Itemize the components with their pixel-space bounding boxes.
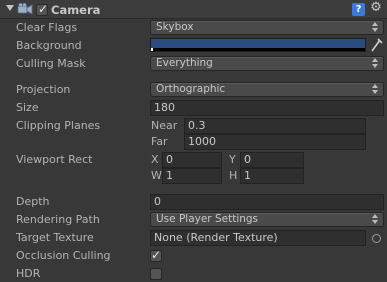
- size-label: Size: [16, 101, 39, 114]
- dropdown-arrows-icon: [372, 22, 379, 33]
- depth-label: Depth: [16, 195, 50, 208]
- background-label: Background: [16, 39, 82, 52]
- background-color-field[interactable]: [150, 38, 366, 52]
- foldout-triangle-icon[interactable]: [6, 5, 14, 11]
- occlusion-culling-checkbox[interactable]: ✓: [150, 248, 162, 262]
- dropdown-arrows-icon: [372, 58, 379, 69]
- viewport-y-input[interactable]: 0: [240, 152, 304, 168]
- rendering-path-value: Use Player Settings: [156, 213, 259, 225]
- checkmark-icon: ✓: [151, 248, 162, 262]
- alpha-fill: [151, 48, 153, 51]
- clear-flags-dropdown[interactable]: Skybox: [150, 20, 384, 35]
- viewport-h-input[interactable]: 1: [240, 168, 304, 184]
- hdr-label: HDR: [16, 267, 41, 280]
- viewport-y-label: Y: [229, 153, 236, 166]
- clipping-planes-label: Clipping Planes: [16, 119, 101, 132]
- target-texture-field[interactable]: None (Render Texture): [150, 230, 366, 246]
- near-label: Near: [151, 119, 178, 132]
- dropdown-arrows-icon: [372, 84, 379, 95]
- near-clip-input[interactable]: 0.3: [184, 118, 366, 134]
- size-input[interactable]: 180: [150, 100, 384, 116]
- depth-input[interactable]: 0: [150, 194, 384, 210]
- culling-mask-value: Everything: [156, 57, 213, 69]
- rendering-path-dropdown[interactable]: Use Player Settings: [150, 212, 384, 227]
- object-picker-icon[interactable]: [372, 234, 381, 243]
- culling-mask-label: Culling Mask: [16, 57, 86, 70]
- occlusion-culling-label: Occlusion Culling: [16, 249, 111, 262]
- viewport-w-label: W: [151, 169, 162, 182]
- projection-value: Orthographic: [156, 83, 226, 95]
- viewport-w-input[interactable]: 1: [162, 168, 222, 184]
- viewport-h-label: H: [229, 169, 238, 182]
- gear-icon[interactable]: ⚙: [369, 1, 383, 15]
- checkmark-icon: ✓: [38, 2, 49, 16]
- hdr-checkbox[interactable]: [150, 268, 162, 280]
- book-icon[interactable]: ?: [352, 3, 365, 16]
- clear-flags-value: Skybox: [156, 21, 194, 33]
- viewport-x-input[interactable]: 0: [162, 152, 222, 168]
- dropdown-arrows-icon: [372, 214, 379, 225]
- far-clip-input[interactable]: 1000: [184, 134, 366, 150]
- far-label: Far: [151, 135, 168, 148]
- rendering-path-label: Rendering Path: [16, 213, 100, 226]
- projection-dropdown[interactable]: Orthographic: [150, 82, 384, 97]
- alpha-bar: [151, 48, 365, 51]
- eyedropper-icon[interactable]: [369, 37, 383, 53]
- projection-label: Projection: [16, 83, 71, 96]
- component-header[interactable]: ✓ Camera ? ⚙: [0, 0, 387, 19]
- component-enabled-checkbox[interactable]: ✓: [36, 2, 49, 16]
- camera-icon: [17, 3, 33, 15]
- culling-mask-dropdown[interactable]: Everything: [150, 56, 384, 71]
- viewport-rect-label: Viewport Rect: [16, 153, 93, 166]
- target-texture-label: Target Texture: [16, 231, 94, 244]
- component-title: Camera: [51, 3, 101, 17]
- viewport-x-label: X: [151, 153, 159, 166]
- clear-flags-label: Clear Flags: [16, 21, 78, 34]
